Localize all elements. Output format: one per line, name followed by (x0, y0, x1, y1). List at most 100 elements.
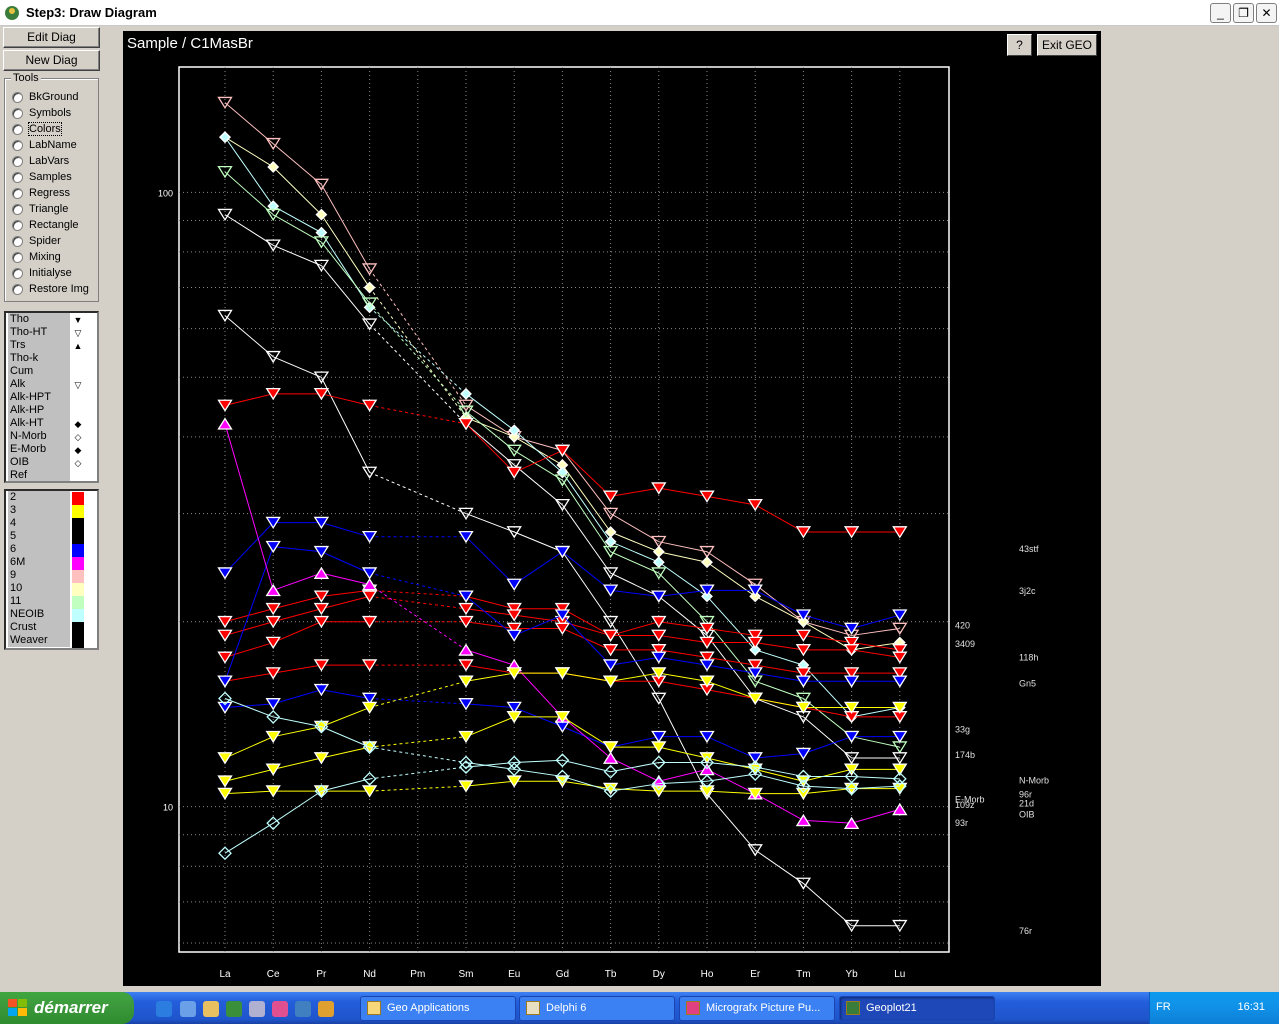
symbol-list-label: Alk-HPT (8, 391, 70, 404)
tool-option-label: Restore Img (29, 283, 89, 295)
radio-button[interactable] (12, 283, 23, 295)
task-geo-applications[interactable]: Geo Applications (360, 996, 516, 1021)
radio-button[interactable] (12, 235, 23, 247)
start-label: démarrer (34, 998, 108, 1017)
data-point (361, 567, 378, 580)
data-point (604, 526, 617, 538)
task-geoplot21[interactable]: Geoplot21 (839, 996, 995, 1021)
tool-option-spider[interactable]: Spider (12, 233, 61, 249)
app-icon (5, 6, 19, 20)
app-icon-2[interactable] (249, 1001, 265, 1017)
sample-label: 93r (955, 818, 968, 828)
app-icon-3[interactable] (295, 1001, 311, 1017)
clock: 16:31 (1237, 1001, 1265, 1013)
restore-button[interactable]: ❐ (1233, 3, 1254, 23)
series-line (465, 780, 515, 787)
task-micrografx[interactable]: Micrografx Picture Pu... (679, 996, 835, 1021)
radio-button[interactable] (12, 267, 23, 279)
symbol-marker-icon: ◇ (74, 458, 82, 468)
radio-button[interactable] (12, 171, 23, 183)
series-line (273, 621, 322, 644)
tool-option-rectangle[interactable]: Rectangle (12, 217, 79, 233)
series-line (369, 766, 467, 780)
tool-option-colors[interactable]: Colors (12, 121, 62, 137)
color-swatch (72, 518, 84, 531)
data-point (313, 590, 330, 603)
radio-button[interactable] (12, 251, 23, 263)
series-line (224, 790, 274, 795)
sample-label: OIB (1019, 810, 1035, 820)
diagram-canvas[interactable]: La Ce Pr Nd Pm Sm Eu Gd Tb Dy Ho Er Tm Yb Lu 10 100 43stf… (123, 31, 1101, 986)
symbol-list-item[interactable]: Ref (6, 469, 97, 481)
symbol-list-label: Ref (8, 469, 70, 481)
series-line (224, 315, 274, 358)
tools-group-title: Tools (11, 72, 41, 84)
radio-button[interactable] (12, 123, 23, 135)
color-list-item[interactable]: Weaver (6, 634, 97, 648)
sample-label: 174b (955, 750, 975, 760)
symbol-list-label: Alk-HT (8, 417, 70, 430)
sample-label: 43stf (1019, 544, 1039, 554)
series-line (562, 450, 611, 497)
series-line (273, 726, 322, 738)
tool-option-label: Symbols (29, 107, 72, 119)
new-diag-button[interactable]: New Diag (3, 50, 100, 71)
start-button[interactable]: démarrer (0, 992, 134, 1024)
tool-option-label: Mixing (29, 251, 61, 263)
micrografx-icon[interactable] (272, 1001, 288, 1017)
tree-icon[interactable] (226, 1001, 242, 1017)
mail-icon[interactable] (203, 1001, 219, 1017)
data-point (313, 752, 330, 765)
radio-button[interactable] (12, 203, 23, 215)
close-button[interactable]: ✕ (1256, 3, 1277, 23)
series-line (224, 642, 274, 658)
symbol-list[interactable]: Tho ▼ Tho-HT ▽ Trs ▲ Tho-k Cum Alk ▽ Alk-HPT Alk-HP… (4, 311, 99, 483)
x-tick-label: Lu (894, 969, 905, 980)
desktop-icon[interactable] (180, 1001, 196, 1017)
tool-option-label: Colors (28, 122, 62, 136)
edit-diag-button[interactable]: Edit Diag (3, 27, 100, 48)
tool-option-samples[interactable]: Samples (12, 169, 72, 185)
language-indicator[interactable]: FR (1156, 1001, 1171, 1013)
radio-button[interactable] (12, 155, 23, 167)
data-point (361, 578, 378, 591)
task-delphi[interactable]: Delphi 6 (519, 996, 675, 1021)
tool-option-symbols[interactable]: Symbols (12, 105, 71, 121)
series-line (465, 393, 515, 431)
radio-button[interactable] (12, 187, 23, 199)
data-point (217, 629, 233, 642)
series-line (754, 589, 804, 616)
series-line (706, 793, 756, 851)
ie-icon[interactable] (156, 1001, 172, 1017)
series-line (514, 759, 563, 764)
tool-option-labvars[interactable]: LabVars (12, 153, 69, 169)
minimize-button[interactable]: _ (1210, 3, 1231, 23)
symbol-list-label: Alk-HP (8, 404, 70, 417)
series-line (224, 698, 274, 718)
data-point (458, 675, 474, 688)
exit-geo-button[interactable]: Exit GEO (1037, 34, 1097, 56)
series-line (321, 689, 370, 699)
radio-button[interactable] (12, 219, 23, 231)
tool-option-mixing[interactable]: Mixing (12, 249, 61, 265)
radio-button[interactable] (12, 91, 23, 103)
radio-button[interactable] (12, 139, 23, 151)
help-button[interactable]: ? (1007, 34, 1032, 56)
tool-option-triangle[interactable]: Triangle (12, 201, 68, 217)
windows-logo-icon (8, 999, 27, 1016)
series-line (224, 703, 274, 709)
tool-option-labname[interactable]: LabName (12, 137, 77, 153)
series-line (465, 649, 515, 666)
app-icon-4[interactable] (318, 1001, 334, 1017)
tool-option-initialyse[interactable]: Initialyse (12, 265, 72, 281)
x-tick-label: Eu (508, 969, 520, 980)
series-line (610, 513, 660, 543)
series-line (562, 716, 611, 759)
sample-label: N-Morb (1019, 776, 1049, 786)
color-list[interactable]: 2 3 4 5 6 6M 9 10 11 NEOIB Crust Weaver (4, 489, 99, 650)
tool-option-bkground[interactable]: BkGround (12, 89, 79, 105)
radio-button[interactable] (12, 107, 23, 119)
series-line (562, 759, 611, 773)
tool-option-restore-img[interactable]: Restore Img (12, 281, 89, 297)
tool-option-regress[interactable]: Regress (12, 185, 70, 201)
